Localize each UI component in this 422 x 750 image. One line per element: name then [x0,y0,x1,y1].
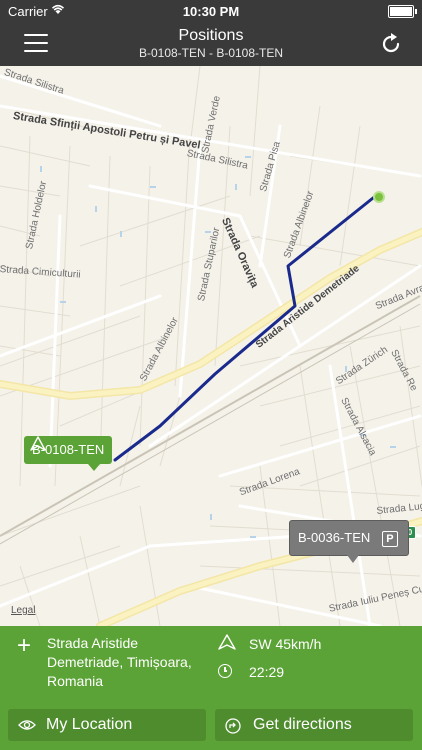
speed-text: SW 45km/h [249,636,322,652]
get-directions-button[interactable]: Get directions [215,709,413,741]
plus-icon[interactable]: + [14,634,34,658]
refresh-button[interactable] [378,31,404,57]
map-view[interactable]: Strada Silistra Strada Sfinții Apostoli … [0,66,422,626]
status-bar: Carrier 10:30 PM [0,0,422,22]
refresh-icon [382,33,400,53]
page-title: Positions [178,27,244,44]
clock-icon [218,664,232,678]
my-location-button[interactable]: My Location [8,709,206,741]
battery-icon [388,5,417,18]
navigation-bar: Positions B-0108-TEN - B-0108-TEN [0,22,422,66]
route-endpoint-marker[interactable] [373,191,385,203]
page-subtitle: B-0108-TEN - B-0108-TEN [138,46,284,60]
get-directions-label: Get directions [253,716,352,733]
eye-icon [18,720,36,730]
heading-icon [218,634,236,650]
my-location-label: My Location [46,716,133,733]
vehicle-marker-label: B-0036-TEN [298,530,371,545]
info-panel: + Strada Aristide Demetriade, Timișoara,… [0,626,422,750]
directions-icon [225,718,241,734]
vehicle-marker-other[interactable]: B-0036-TEN P [289,520,409,563]
status-time: 10:30 PM [182,4,240,19]
parking-icon: P [381,530,398,547]
legal-link[interactable]: Legal [11,605,35,616]
time-text: 22:29 [249,664,285,680]
vehicle-marker-current[interactable]: B-0108-TEN [24,436,113,471]
address-text: Strada Aristide Demetriade, Timișoara, R… [47,635,192,689]
navigation-arrow-icon [30,436,46,451]
